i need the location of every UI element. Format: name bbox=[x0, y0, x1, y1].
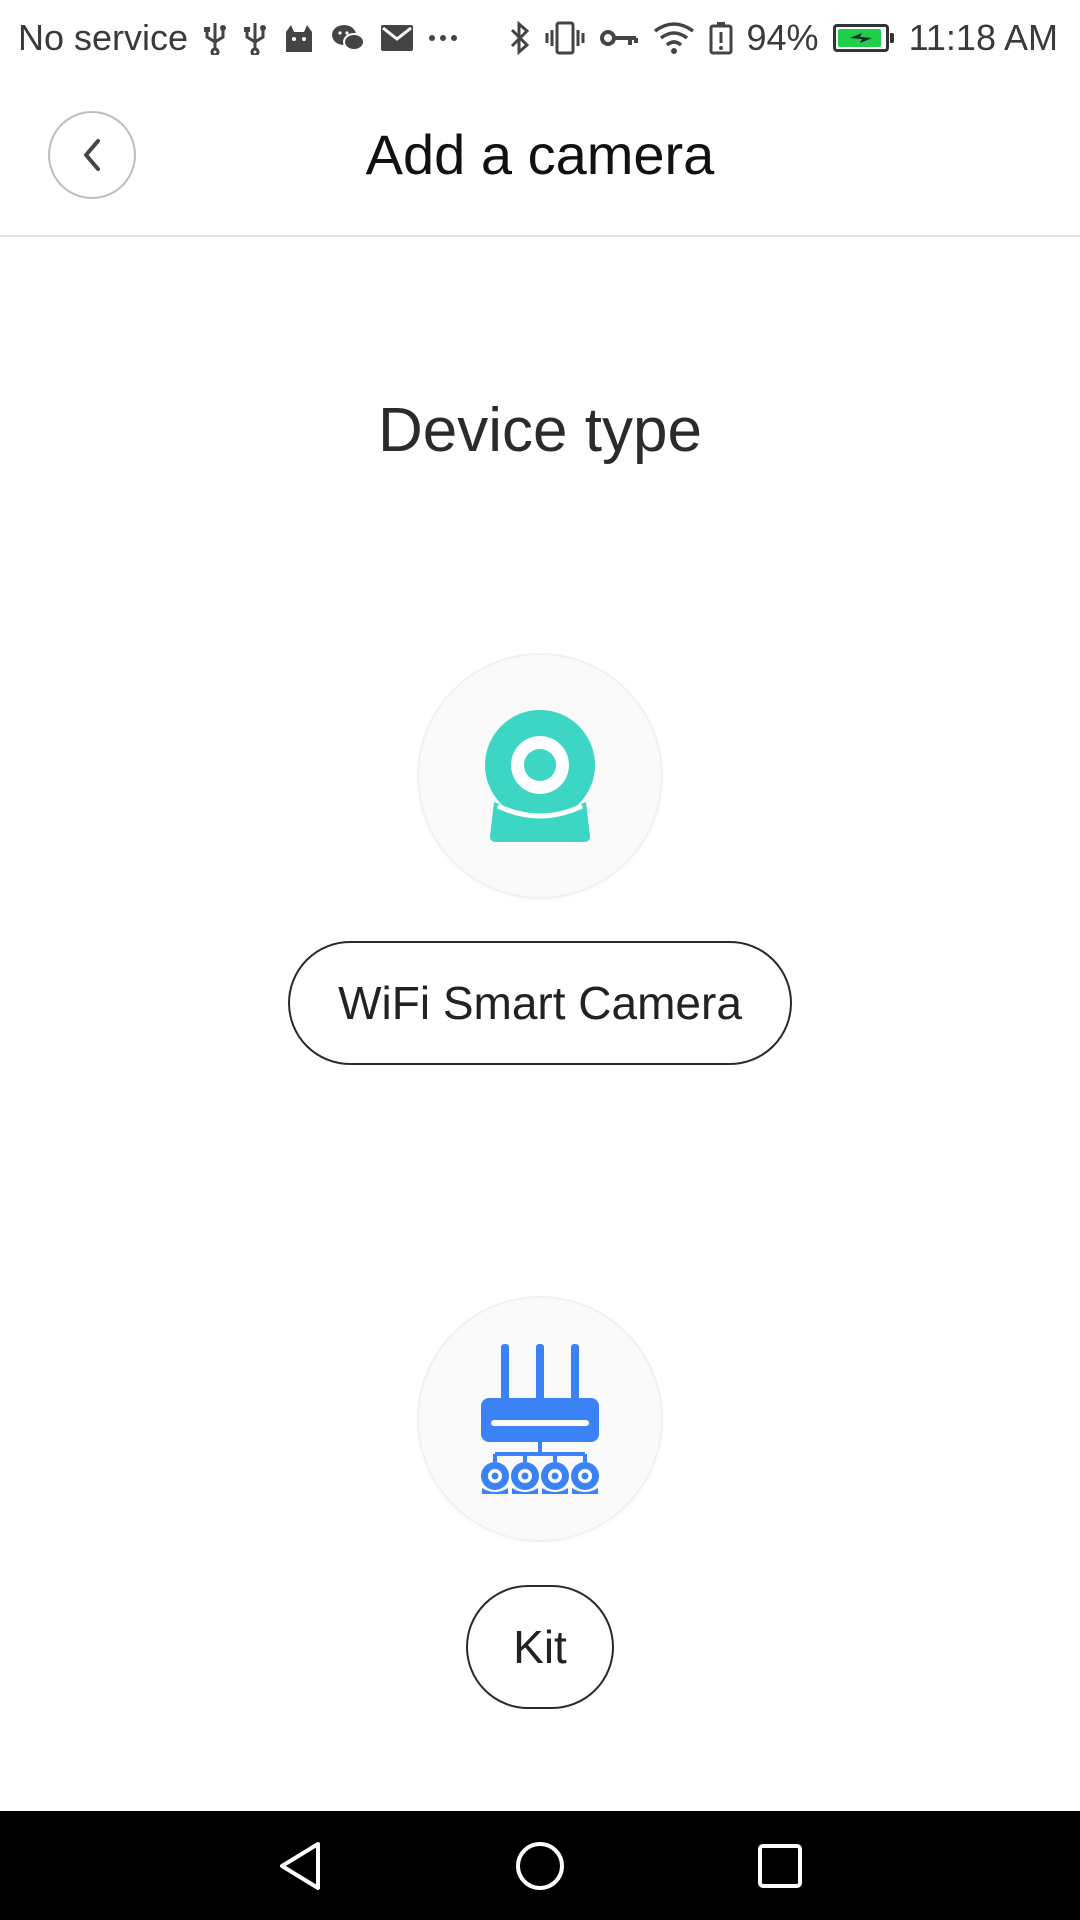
page-title: Add a camera bbox=[365, 123, 715, 186]
status-bar: No service 94% 11:18 AM bbox=[0, 0, 1080, 75]
app-header: Add a camera bbox=[0, 75, 1080, 237]
battery-percent: 94% bbox=[746, 16, 819, 58]
webcam-icon bbox=[485, 710, 595, 842]
usb-icon bbox=[202, 18, 228, 58]
more-icon bbox=[428, 18, 458, 58]
vibrate-icon bbox=[545, 18, 585, 58]
nav-recents-button[interactable] bbox=[740, 1826, 820, 1906]
kit-button[interactable]: Kit bbox=[466, 1585, 614, 1709]
add-camera-screen: No service 94% 11:18 AM Add a camera Dev… bbox=[0, 0, 1080, 1920]
battery-charging-icon bbox=[832, 23, 894, 52]
system-nav-bar bbox=[0, 1811, 1080, 1920]
usb-icon bbox=[242, 18, 268, 58]
vpn-key-icon bbox=[599, 18, 639, 58]
bluetooth-icon bbox=[509, 18, 531, 58]
wifi-camera-icon-button[interactable] bbox=[419, 655, 661, 897]
carrier-text: No service bbox=[18, 16, 189, 58]
recents-square-icon bbox=[758, 1843, 802, 1888]
mail-icon bbox=[380, 18, 414, 58]
back-triangle-icon bbox=[280, 1841, 320, 1890]
nav-back-button[interactable] bbox=[260, 1826, 340, 1906]
nvr-kit-icon bbox=[481, 1344, 599, 1494]
wechat-icon bbox=[330, 18, 366, 58]
status-bar-left: No service bbox=[18, 17, 458, 59]
status-bar-right: 94% 11:18 AM bbox=[509, 16, 1058, 59]
clock-time: 11:18 AM bbox=[908, 16, 1058, 58]
cat-app-icon bbox=[282, 18, 316, 58]
section-title: Device type bbox=[378, 396, 702, 465]
wifi-smart-camera-button[interactable]: WiFi Smart Camera bbox=[288, 941, 792, 1065]
battery-alert-icon bbox=[709, 18, 733, 58]
home-circle-icon bbox=[516, 1841, 564, 1890]
charging-bolt-icon bbox=[849, 32, 872, 43]
kit-icon-button[interactable] bbox=[419, 1298, 661, 1540]
nav-home-button[interactable] bbox=[500, 1826, 580, 1906]
wifi-icon bbox=[653, 18, 695, 58]
